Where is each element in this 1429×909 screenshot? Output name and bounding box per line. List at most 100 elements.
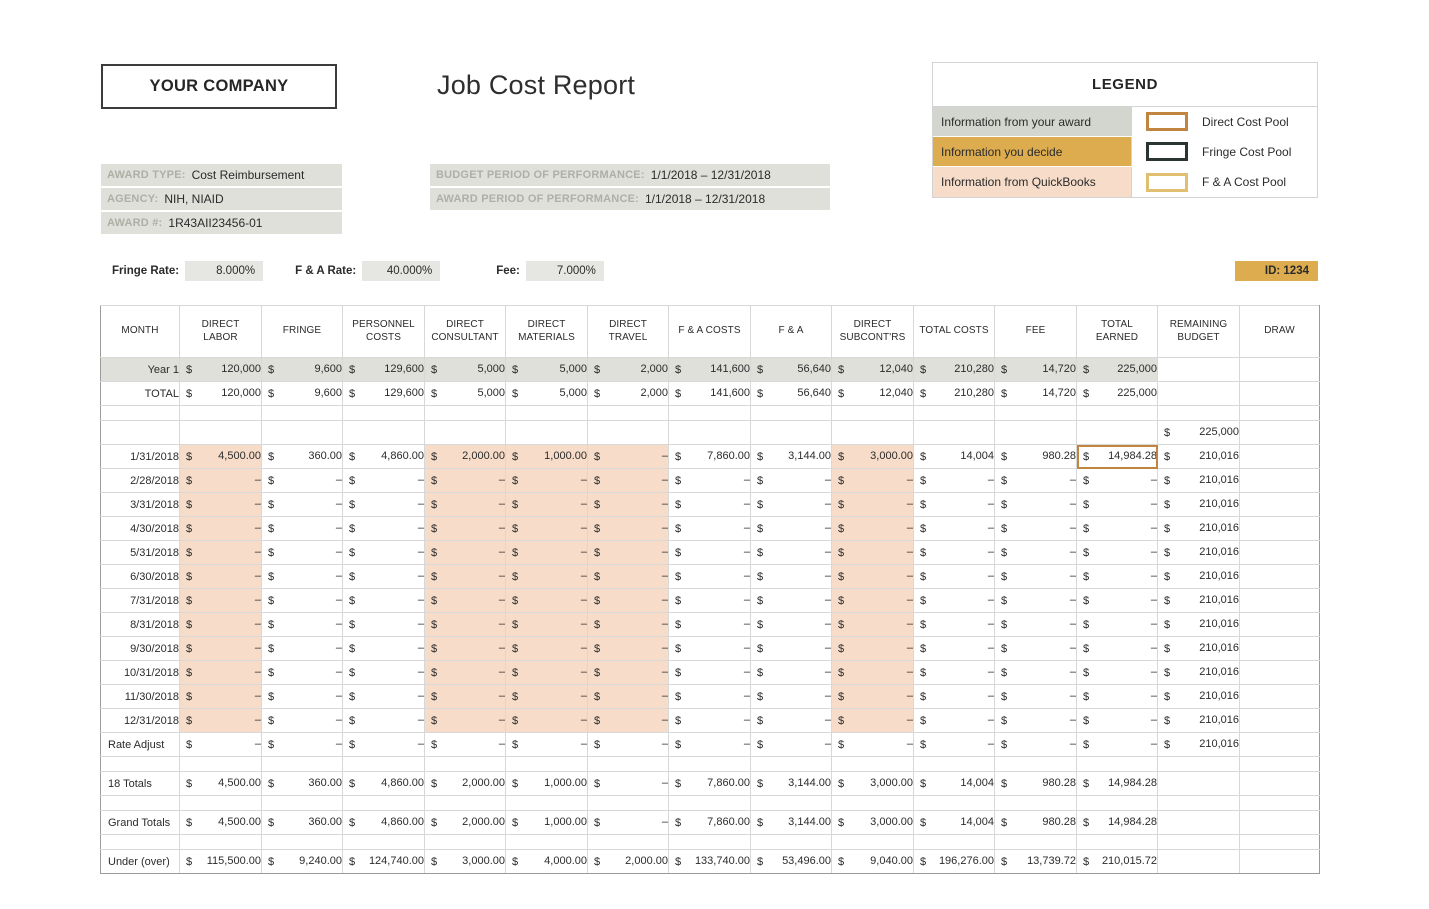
rate-adjust-cell[interactable]: $ –	[750, 732, 832, 757]
month-cell[interactable]: $ –	[913, 516, 995, 541]
budget-cell[interactable]: $141,600	[668, 381, 751, 406]
rate-adjust-cell[interactable]: $ –	[1076, 732, 1158, 757]
month-cell[interactable]: $ –	[587, 540, 669, 565]
opening-balance-cell[interactable]	[668, 420, 751, 445]
month-cell[interactable]: $ –	[179, 684, 262, 709]
month-cell[interactable]: $ –	[342, 708, 425, 733]
month-cell[interactable]: $7,860.00	[668, 444, 751, 469]
budget-cell[interactable]: $12,040	[831, 357, 914, 382]
summary-cell[interactable]: $4,860.00	[342, 771, 425, 796]
rate-adjust-cell[interactable]: $ –	[342, 732, 425, 757]
month-cell[interactable]: $2,000.00	[424, 444, 506, 469]
summary-cell[interactable]: $3,000.00	[831, 771, 914, 796]
rate-adjust-cell[interactable]: $ –	[424, 732, 506, 757]
budget-cell[interactable]: $225,000	[1076, 357, 1158, 382]
month-cell[interactable]: $ –	[1076, 684, 1158, 709]
month-cell[interactable]: $3,144.00	[750, 444, 832, 469]
summary-cell[interactable]: $14,984.28	[1076, 810, 1158, 835]
summary-cell[interactable]: $1,000.00	[505, 771, 588, 796]
summary-cell[interactable]: $13,739.72	[994, 849, 1077, 874]
budget-cell[interactable]: $14,720	[994, 381, 1077, 406]
summary-cell[interactable]: $4,500.00	[179, 771, 262, 796]
month-cell[interactable]: $ –	[587, 492, 669, 517]
month-cell[interactable]: $ –	[750, 540, 832, 565]
fa-rate-value[interactable]: 40.000%	[362, 261, 441, 281]
month-cell[interactable]: $ –	[750, 660, 832, 685]
month-cell[interactable]: $ –	[750, 468, 832, 493]
month-cell[interactable]: $ –	[424, 468, 506, 493]
month-cell[interactable]: $ –	[668, 708, 751, 733]
month-cell[interactable]: $ –	[913, 684, 995, 709]
opening-balance-cell[interactable]	[750, 420, 832, 445]
month-cell[interactable]: $ –	[342, 660, 425, 685]
rate-adjust-cell[interactable]: $ –	[831, 732, 914, 757]
month-cell[interactable]: $210,016	[1157, 612, 1240, 637]
month-cell[interactable]: $ –	[831, 588, 914, 613]
month-cell[interactable]	[1239, 708, 1320, 733]
month-cell[interactable]: $ –	[179, 588, 262, 613]
opening-balance-cell[interactable]	[1239, 420, 1320, 445]
month-cell[interactable]: $ –	[261, 660, 343, 685]
month-cell[interactable]: $ –	[913, 492, 995, 517]
summary-cell[interactable]	[1239, 849, 1320, 874]
month-cell[interactable]: $ –	[424, 636, 506, 661]
month-cell[interactable]	[1239, 612, 1320, 637]
summary-cell[interactable]: $360.00	[261, 810, 343, 835]
month-cell[interactable]: $ –	[1076, 516, 1158, 541]
summary-cell[interactable]: $14,004	[913, 810, 995, 835]
budget-cell[interactable]: $120,000	[179, 357, 262, 382]
month-cell[interactable]: $ –	[1076, 636, 1158, 661]
month-cell[interactable]: $ –	[587, 612, 669, 637]
opening-balance-cell[interactable]: $225,000	[1157, 420, 1240, 445]
month-cell[interactable]: $ –	[913, 588, 995, 613]
month-cell[interactable]: $ –	[342, 684, 425, 709]
month-cell[interactable]: $ –	[587, 444, 669, 469]
summary-cell[interactable]: $14,984.28	[1076, 771, 1158, 796]
budget-cell[interactable]: $141,600	[668, 357, 751, 382]
month-cell[interactable]: $ –	[505, 492, 588, 517]
budget-cell[interactable]: $2,000	[587, 381, 669, 406]
month-cell[interactable]: $ –	[994, 540, 1077, 565]
month-cell[interactable]: $ –	[424, 540, 506, 565]
month-cell[interactable]: $ –	[261, 708, 343, 733]
summary-cell[interactable]	[1239, 771, 1320, 796]
month-cell[interactable]	[1239, 636, 1320, 661]
opening-balance-cell[interactable]	[424, 420, 506, 445]
rate-adjust-cell[interactable]	[1239, 732, 1320, 757]
summary-cell[interactable]: $ –	[587, 810, 669, 835]
opening-balance-cell[interactable]	[179, 420, 262, 445]
budget-cell[interactable]: $12,040	[831, 381, 914, 406]
month-cell[interactable]: $ –	[750, 492, 832, 517]
month-cell[interactable]: $360.00	[261, 444, 343, 469]
month-cell[interactable]: $ –	[1076, 660, 1158, 685]
month-cell[interactable]: $ –	[505, 636, 588, 661]
month-cell[interactable]: $210,016	[1157, 492, 1240, 517]
summary-cell[interactable]: $4,000.00	[505, 849, 588, 874]
summary-cell[interactable]	[1239, 810, 1320, 835]
summary-cell[interactable]	[1157, 771, 1240, 796]
month-cell[interactable]: $ –	[668, 636, 751, 661]
month-cell[interactable]: $ –	[831, 708, 914, 733]
month-cell[interactable]: $ –	[831, 612, 914, 637]
month-cell[interactable]: $ –	[261, 540, 343, 565]
budget-cell[interactable]: $120,000	[179, 381, 262, 406]
summary-cell[interactable]: $2,000.00	[587, 849, 669, 874]
month-cell[interactable]: $ –	[261, 636, 343, 661]
month-cell[interactable]: $ –	[913, 540, 995, 565]
month-cell[interactable]: $ –	[668, 588, 751, 613]
month-cell[interactable]: $3,000.00	[831, 444, 914, 469]
month-cell[interactable]: $ –	[913, 660, 995, 685]
month-cell[interactable]: $ –	[179, 540, 262, 565]
summary-cell[interactable]: $980.28	[994, 771, 1077, 796]
budget-cell[interactable]	[1239, 381, 1320, 406]
month-cell[interactable]: $ –	[424, 588, 506, 613]
budget-cell[interactable]: $225,000	[1076, 381, 1158, 406]
month-cell[interactable]: $ –	[424, 660, 506, 685]
month-cell[interactable]: $ –	[668, 540, 751, 565]
month-cell[interactable]: $ –	[994, 588, 1077, 613]
month-cell[interactable]	[1239, 444, 1320, 469]
rate-adjust-cell[interactable]: $210,016	[1157, 732, 1240, 757]
fringe-rate-value[interactable]: 8.000%	[185, 261, 264, 281]
summary-cell[interactable]: $3,000.00	[424, 849, 506, 874]
month-cell[interactable]: $ –	[913, 612, 995, 637]
